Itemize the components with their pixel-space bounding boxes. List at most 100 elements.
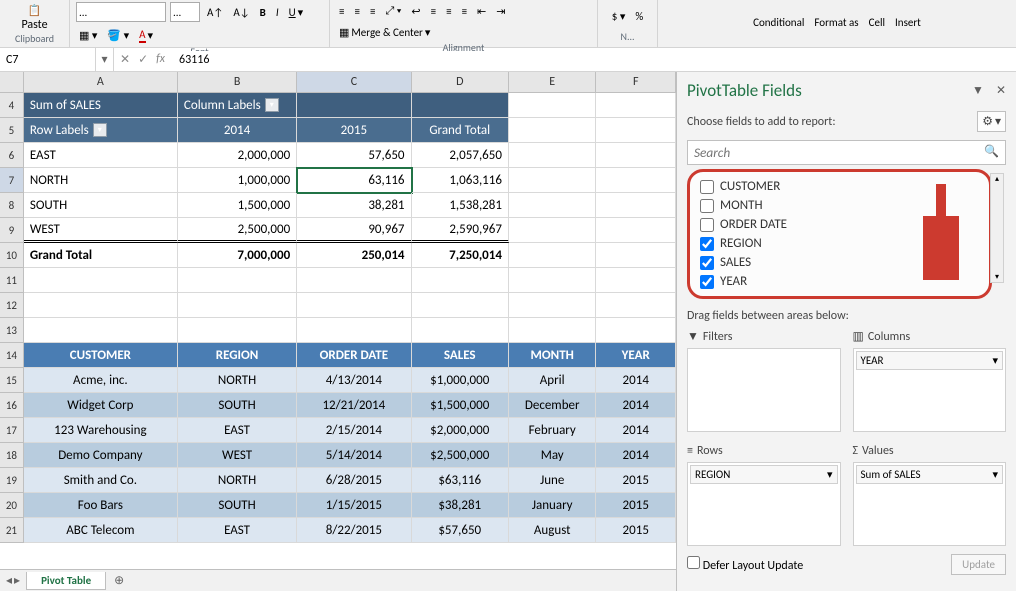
pivot-grand-total-row[interactable]: Grand Total xyxy=(24,243,178,268)
table-cell[interactable]: 1/15/2015 xyxy=(297,493,411,518)
cell[interactable] xyxy=(24,268,178,293)
area-filters[interactable]: ▼Filters xyxy=(687,329,841,432)
row-header[interactable]: 7 xyxy=(0,168,24,193)
col-header[interactable]: D xyxy=(412,72,509,92)
pivot-total[interactable]: 7,000,000 xyxy=(178,243,297,268)
insert-button[interactable]: Insert xyxy=(892,14,924,31)
row-header[interactable]: 18 xyxy=(0,443,24,468)
cell[interactable] xyxy=(509,93,597,118)
table-cell[interactable]: NORTH xyxy=(178,468,297,493)
col-header[interactable]: C xyxy=(297,72,411,92)
table-cell[interactable]: $38,281 xyxy=(412,493,509,518)
pivot-year[interactable]: 2015 xyxy=(297,118,411,143)
table-cell[interactable]: ABC Telecom xyxy=(24,518,178,543)
row-header[interactable]: 17 xyxy=(0,418,24,443)
font-name-select[interactable] xyxy=(76,2,166,22)
pivot-value[interactable]: 90,967 xyxy=(297,218,411,243)
bold-icon[interactable]: B xyxy=(257,4,269,21)
table-cell[interactable]: 2014 xyxy=(596,393,676,418)
orientation-icon[interactable]: ⤢ ▾ xyxy=(382,2,404,20)
formula-input[interactable] xyxy=(171,51,1016,69)
cell[interactable] xyxy=(412,293,509,318)
table-cell[interactable]: EAST xyxy=(178,518,297,543)
pivot-row-label[interactable]: SOUTH xyxy=(24,193,178,218)
area-rows[interactable]: ≡Rows REGION▾ xyxy=(687,444,841,546)
pane-close-icon[interactable]: ✕ xyxy=(996,83,1006,98)
align-right-icon[interactable]: ≡ xyxy=(459,3,470,20)
filter-dropdown-icon[interactable]: ▾ xyxy=(265,98,279,112)
table-cell[interactable]: 6/28/2015 xyxy=(297,468,411,493)
area-columns[interactable]: ▥Columns YEAR▾ xyxy=(853,329,1007,432)
table-cell[interactable]: $63,116 xyxy=(412,468,509,493)
field-checkbox[interactable] xyxy=(700,180,714,194)
underline-icon[interactable]: U ▾ xyxy=(286,4,307,21)
table-header[interactable]: MONTH xyxy=(509,343,597,368)
new-sheet-icon[interactable]: ⊕ xyxy=(106,573,132,588)
cell[interactable] xyxy=(509,268,597,293)
cell[interactable] xyxy=(596,143,676,168)
cell[interactable] xyxy=(509,168,597,193)
table-cell[interactable]: $2,500,000 xyxy=(412,443,509,468)
cell[interactable] xyxy=(509,218,597,243)
table-cell[interactable]: $57,650 xyxy=(412,518,509,543)
pivot-total[interactable]: 7,250,014 xyxy=(412,243,509,268)
col-header[interactable]: A xyxy=(24,72,178,92)
pivot-value[interactable]: 38,281 xyxy=(297,193,411,218)
row-header[interactable]: 15 xyxy=(0,368,24,393)
col-header[interactable]: B xyxy=(178,72,297,92)
pivot-value[interactable]: 1,000,000 xyxy=(178,168,297,193)
table-cell[interactable]: January xyxy=(509,493,597,518)
table-cell[interactable]: SOUTH xyxy=(178,393,297,418)
row-header[interactable]: 19 xyxy=(0,468,24,493)
pivot-value[interactable]: 2,500,000 xyxy=(178,218,297,243)
pivot-year[interactable]: 2014 xyxy=(178,118,297,143)
pivot-value[interactable]: 57,650 xyxy=(297,143,411,168)
table-header[interactable]: YEAR xyxy=(596,343,676,368)
sheet-tab-active[interactable]: Pivot Table xyxy=(26,572,106,590)
pivot-value[interactable]: 2,057,650 xyxy=(412,143,509,168)
cell[interactable] xyxy=(412,318,509,343)
pivot-grand-total[interactable]: Grand Total xyxy=(412,118,509,143)
align-middle-icon[interactable]: ≡ xyxy=(351,3,362,20)
search-input[interactable] xyxy=(694,144,984,161)
defer-layout-checkbox[interactable]: Defer Layout Update xyxy=(687,556,803,573)
pivot-row-label[interactable]: WEST xyxy=(24,218,178,243)
cell[interactable] xyxy=(509,193,597,218)
table-cell[interactable]: 2/15/2014 xyxy=(297,418,411,443)
row-header[interactable]: 14 xyxy=(0,343,24,368)
table-cell[interactable]: August xyxy=(509,518,597,543)
pane-dropdown-icon[interactable]: ▼ xyxy=(972,83,984,98)
cell-styles-button[interactable]: Cell xyxy=(866,14,888,31)
table-cell[interactable]: December xyxy=(509,393,597,418)
name-box-dropdown-icon[interactable]: ▾ xyxy=(96,48,114,71)
filter-dropdown-icon[interactable]: ▾ xyxy=(93,123,107,137)
cell[interactable] xyxy=(412,268,509,293)
cell[interactable] xyxy=(596,243,676,268)
pivot-value[interactable]: 1,063,116 xyxy=(412,168,509,193)
row-header[interactable]: 11 xyxy=(0,268,24,293)
table-cell[interactable]: April xyxy=(509,368,597,393)
table-cell[interactable]: 2015 xyxy=(596,468,676,493)
cell[interactable] xyxy=(178,293,297,318)
cell[interactable] xyxy=(297,93,411,118)
table-cell[interactable]: SOUTH xyxy=(178,493,297,518)
pivot-row-label[interactable]: EAST xyxy=(24,143,178,168)
cell[interactable] xyxy=(596,168,676,193)
table-cell[interactable]: 8/22/2015 xyxy=(297,518,411,543)
cancel-icon[interactable]: ✕ xyxy=(120,52,130,67)
pivot-value[interactable]: 63,116 xyxy=(297,168,411,193)
align-bottom-icon[interactable]: ≡ xyxy=(367,3,378,20)
cell[interactable] xyxy=(596,268,676,293)
cell[interactable] xyxy=(596,193,676,218)
field-checkbox[interactable] xyxy=(700,256,714,270)
cell[interactable] xyxy=(297,268,411,293)
decrease-font-icon[interactable]: A↓ xyxy=(230,4,252,21)
conditional-formatting-button[interactable]: Conditional xyxy=(750,14,807,31)
table-cell[interactable]: 2014 xyxy=(596,443,676,468)
table-cell[interactable]: Widget Corp xyxy=(24,393,178,418)
pivot-value[interactable]: 2,590,967 xyxy=(412,218,509,243)
row-header[interactable]: 6 xyxy=(0,143,24,168)
cell[interactable] xyxy=(596,318,676,343)
table-header[interactable]: SALES xyxy=(412,343,509,368)
table-cell[interactable]: 2015 xyxy=(596,518,676,543)
